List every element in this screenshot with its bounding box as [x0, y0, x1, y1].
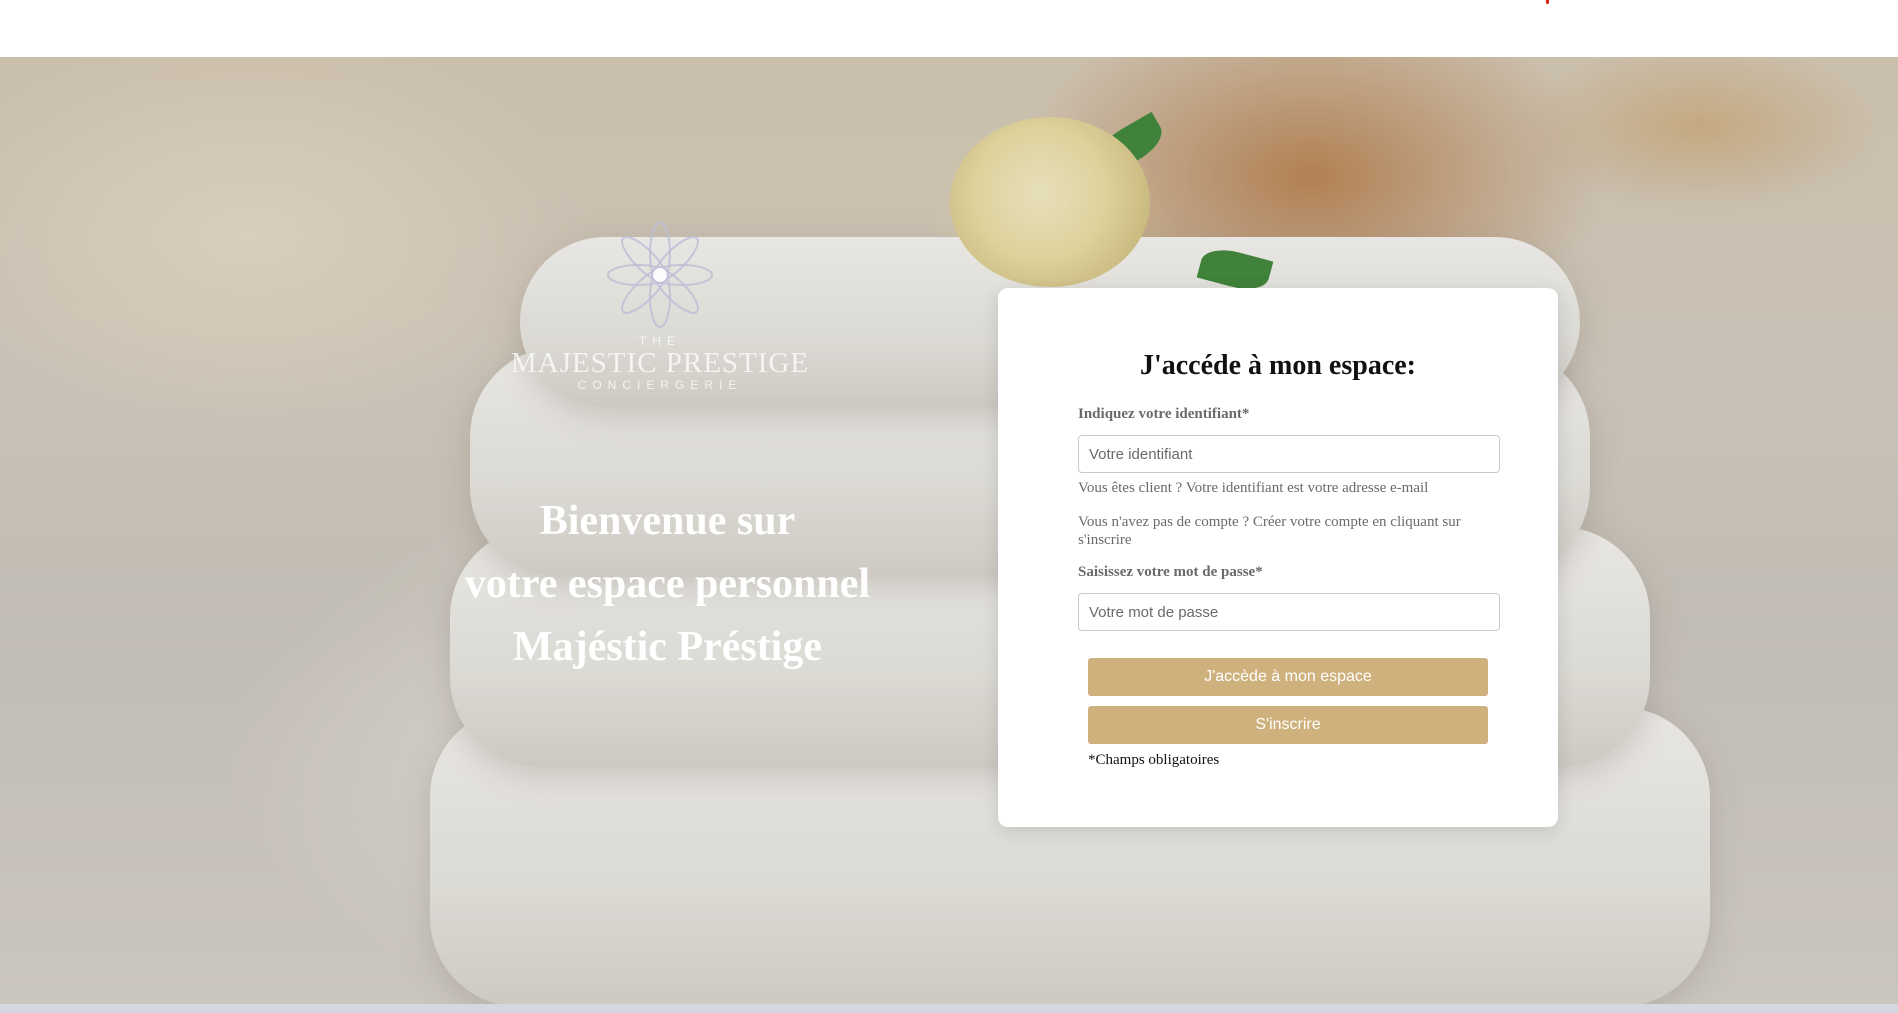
identifier-label: Indiquez votre identifiant*: [1078, 406, 1250, 422]
logo-the-text: THE: [639, 334, 681, 348]
welcome-heading: Bienvenue sur votre espace personnel Maj…: [420, 490, 915, 679]
hero-background-image: [0, 57, 1898, 1004]
login-card: J'accéde à mon espace: Indiquez votre id…: [998, 288, 1558, 827]
required-fields-note: *Champs obligatoires: [1088, 752, 1220, 768]
top-header-bar: [0, 0, 1898, 57]
hero-overlay: [0, 57, 1898, 1004]
login-title: J'accéde à mon espace:: [1139, 350, 1417, 381]
register-button[interactable]: S'inscrire: [1088, 706, 1488, 744]
logo-subtitle-text: CONCIERGERIE: [577, 378, 743, 392]
identifier-input[interactable]: [1078, 435, 1500, 473]
client-identifier-hint: Vous êtes client ? Votre identifiant est…: [1078, 480, 1429, 496]
password-label: Saisissez votre mot de passe*: [1078, 564, 1263, 580]
logo-name-text: MAJESTIC PRESTIGE: [510, 347, 810, 379]
welcome-line-3: Majéstic Préstige: [513, 624, 822, 670]
bottom-scroll-strip: [0, 1004, 1898, 1013]
no-account-hint: Vous n'avez pas de compte ? Créer votre …: [1078, 514, 1461, 548]
snowflake-flower-icon: [605, 220, 715, 330]
notification-dot: [1546, 0, 1549, 4]
welcome-line-2: votre espace personnel: [464, 561, 871, 607]
login-submit-button[interactable]: J'accède à mon espace: [1088, 658, 1488, 696]
welcome-line-1: Bienvenue sur: [539, 498, 796, 544]
brand-logo: THE MAJESTIC PRESTIGE CONCIERGERIE: [510, 220, 810, 392]
password-input[interactable]: [1078, 593, 1500, 631]
